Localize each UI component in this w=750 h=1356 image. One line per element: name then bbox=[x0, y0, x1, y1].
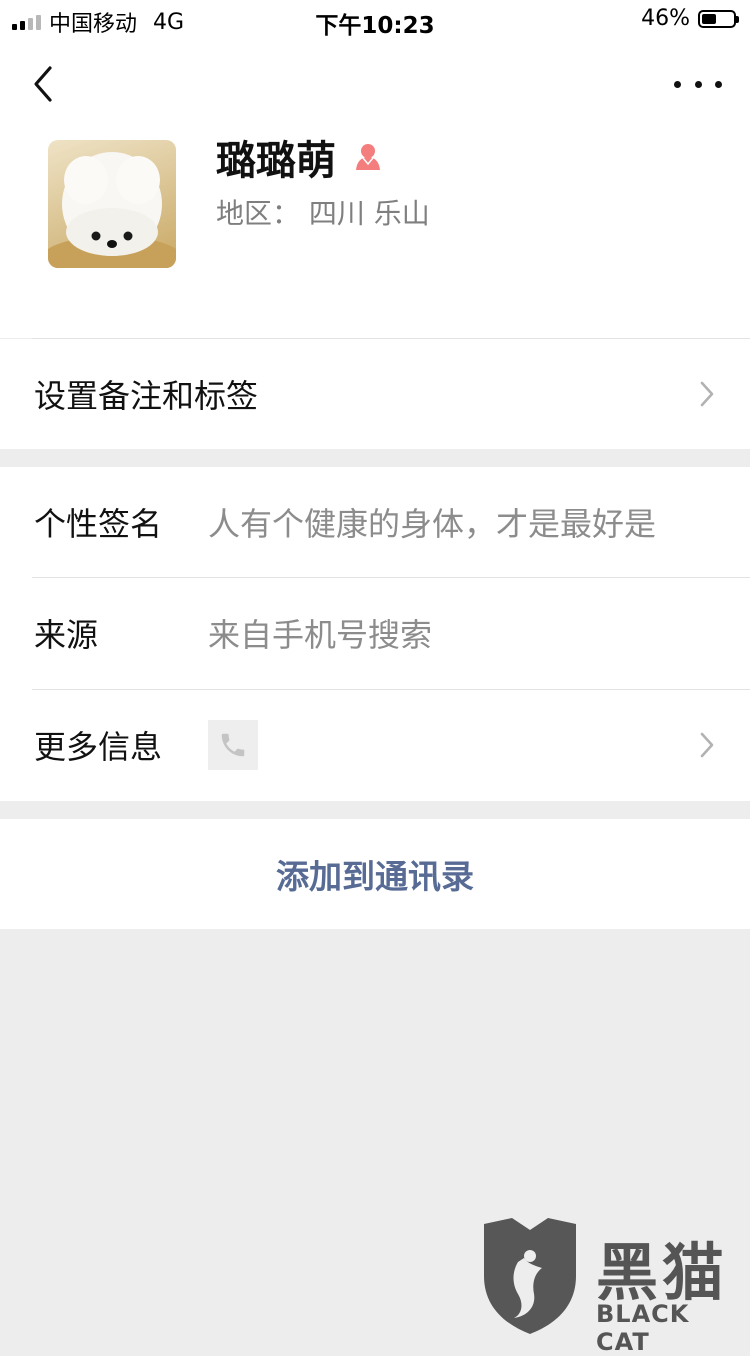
watermark-title: 黑猫 bbox=[596, 1236, 729, 1309]
female-icon bbox=[356, 144, 380, 170]
battery-level-fill bbox=[702, 13, 716, 24]
profile-header: 璐璐萌 地区： 四川 乐山 bbox=[0, 40, 750, 338]
nickname: 璐璐萌 bbox=[216, 128, 382, 186]
battery-icon bbox=[698, 9, 739, 28]
more-info-label: 更多信息 bbox=[34, 728, 163, 766]
chevron-left-icon bbox=[34, 66, 52, 102]
more-info-row[interactable]: 更多信息 bbox=[0, 690, 750, 800]
add-to-contacts-button[interactable]: 添加到通讯录 bbox=[0, 819, 750, 929]
nickname-text: 璐璐萌 bbox=[216, 138, 336, 184]
watermark-subtitle: BLACK CAT bbox=[596, 1300, 690, 1356]
black-cat-logo bbox=[484, 1218, 576, 1334]
signature-row: 个性签名 人有个健康的身体，才是最好是 bbox=[0, 467, 750, 577]
status-right: 46% bbox=[641, 6, 739, 31]
signature-value: 人有个健康的身体，才是最好是 bbox=[208, 505, 657, 543]
watermark: 黑猫 BLACK CAT bbox=[478, 1218, 750, 1356]
more-dot bbox=[694, 80, 702, 88]
remark-card: 设置备注和标签 bbox=[0, 339, 750, 449]
remark-label: 设置备注和标签 bbox=[34, 377, 259, 415]
region-text: 地区： 四川 乐山 bbox=[216, 197, 430, 230]
signature-label: 个性签名 bbox=[34, 505, 163, 543]
source-row: 来源 来自手机号搜索 bbox=[0, 578, 750, 688]
more-dot bbox=[674, 80, 681, 88]
status-time: 下午10:23 bbox=[315, 13, 435, 39]
more-dot bbox=[715, 80, 722, 88]
remark-row[interactable]: 设置备注和标签 bbox=[0, 339, 750, 449]
phone-icon bbox=[221, 733, 245, 757]
battery-percent: 46% bbox=[641, 6, 690, 31]
avatar[interactable] bbox=[48, 140, 176, 268]
more-button[interactable] bbox=[674, 72, 722, 96]
back-button[interactable] bbox=[28, 62, 64, 106]
action-card: 添加到通讯录 bbox=[0, 819, 750, 929]
phone-icon-box bbox=[208, 720, 258, 770]
chevron-right-icon bbox=[700, 381, 714, 407]
source-value: 来自手机号搜索 bbox=[208, 616, 433, 654]
source-label: 来源 bbox=[34, 616, 99, 654]
status-bar: 中国移动 4G 下午10:23 46% bbox=[0, 0, 750, 40]
info-card: 个性签名 人有个健康的身体，才是最好是 来源 来自手机号搜索 更多信息 bbox=[0, 467, 750, 801]
dog-avatar-image bbox=[48, 152, 176, 268]
chevron-right-icon bbox=[700, 732, 714, 758]
